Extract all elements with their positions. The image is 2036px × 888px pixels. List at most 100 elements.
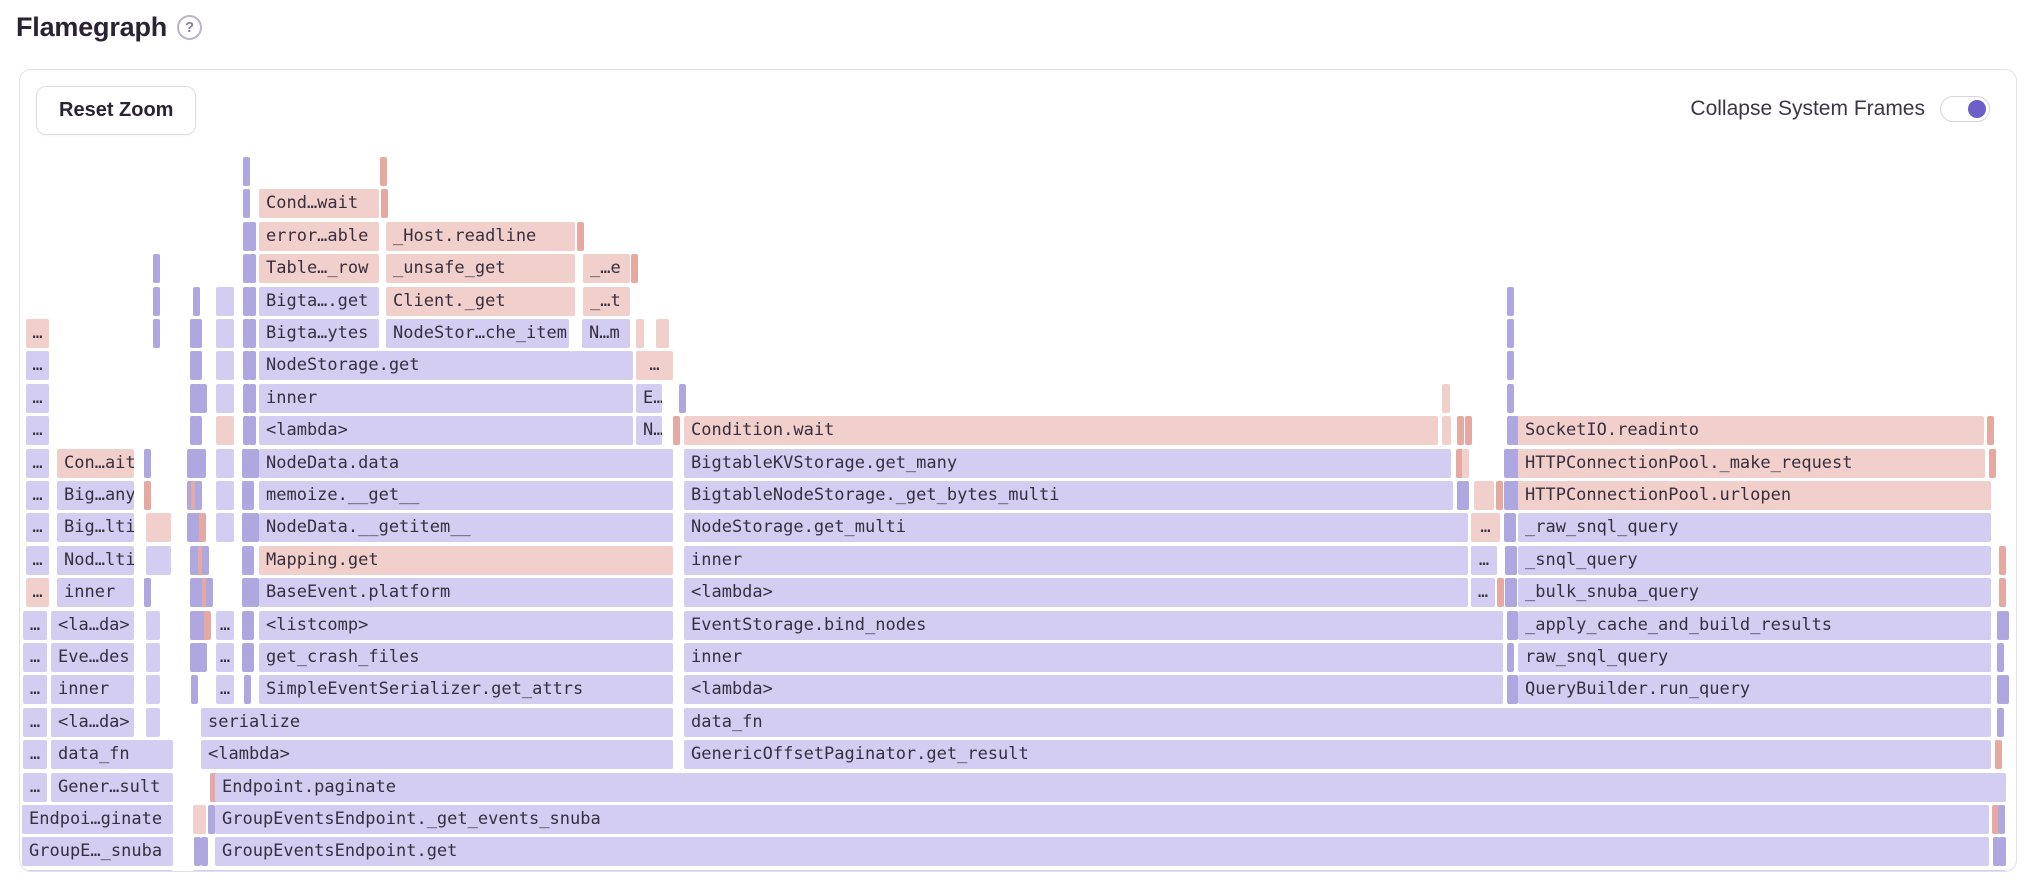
flame-frame[interactable] bbox=[1462, 449, 1469, 478]
flame-frame[interactable] bbox=[153, 319, 160, 348]
flame-frame[interactable]: … bbox=[26, 384, 49, 413]
flame-frame[interactable]: Nod…lti bbox=[57, 546, 134, 575]
flame-frame[interactable]: … bbox=[23, 675, 47, 704]
flame-frame[interactable]: … bbox=[26, 319, 49, 348]
flame-frame[interactable]: memoize.__get__ bbox=[259, 481, 673, 510]
flame-frame[interactable] bbox=[2016, 805, 2017, 834]
flame-frame[interactable]: _unsafe_get bbox=[386, 254, 575, 283]
flame-frame[interactable] bbox=[2016, 643, 2017, 672]
flame-frame[interactable] bbox=[199, 449, 206, 478]
flame-frame[interactable]: NodeStor…che_item bbox=[386, 319, 569, 348]
flame-frame[interactable] bbox=[1997, 643, 2004, 672]
flame-frame[interactable] bbox=[195, 416, 202, 445]
flame-frame[interactable] bbox=[2016, 416, 2017, 445]
flame-frame[interactable] bbox=[2016, 254, 2017, 283]
flame-frame[interactable]: _…e bbox=[583, 254, 630, 283]
flame-frame[interactable] bbox=[191, 675, 198, 704]
flame-frame[interactable] bbox=[1462, 481, 1469, 510]
flame-frame[interactable]: Con…ait bbox=[57, 449, 134, 478]
flame-frame[interactable]: NodeData.data bbox=[259, 449, 673, 478]
flame-frame[interactable] bbox=[679, 384, 686, 413]
flame-frame[interactable] bbox=[249, 384, 256, 413]
flame-frame[interactable]: Table…_row bbox=[259, 254, 379, 283]
flame-frame[interactable]: Bigta….get bbox=[259, 287, 379, 316]
flame-frame[interactable] bbox=[1442, 416, 1451, 445]
flame-frame[interactable]: Mapping.get bbox=[259, 546, 673, 575]
flame-frame[interactable] bbox=[216, 513, 234, 542]
flame-frame[interactable] bbox=[673, 416, 680, 445]
flame-frame[interactable]: … bbox=[26, 546, 49, 575]
flame-frame[interactable]: … bbox=[23, 773, 47, 802]
flame-frame[interactable] bbox=[22, 870, 173, 872]
flame-frame[interactable]: get_crash_files bbox=[259, 643, 673, 672]
flame-frame[interactable] bbox=[200, 643, 207, 672]
flame-frame[interactable] bbox=[146, 708, 160, 737]
flame-frame[interactable] bbox=[2016, 513, 2017, 542]
flame-frame[interactable] bbox=[146, 611, 160, 640]
flame-frame[interactable] bbox=[247, 611, 254, 640]
flame-frame[interactable]: <lambda> bbox=[201, 740, 673, 769]
flame-frame[interactable] bbox=[2016, 773, 2017, 802]
flame-frame[interactable]: Eve…des bbox=[51, 643, 134, 672]
flame-frame[interactable] bbox=[247, 546, 254, 575]
flame-frame[interactable]: … bbox=[23, 643, 47, 672]
flame-frame[interactable]: HTTPConnectionPool.urlopen bbox=[1518, 481, 1991, 510]
flame-frame[interactable] bbox=[146, 675, 160, 704]
flame-frame[interactable] bbox=[1507, 351, 1514, 380]
flame-frame[interactable] bbox=[216, 351, 234, 380]
flame-frame[interactable] bbox=[249, 416, 256, 445]
flame-frame[interactable] bbox=[200, 384, 207, 413]
flame-frame[interactable]: Endpoi…ginate bbox=[22, 805, 173, 834]
flame-frame[interactable] bbox=[1497, 578, 1504, 607]
flame-frame[interactable] bbox=[1507, 384, 1514, 413]
flame-frame[interactable]: _apply_cache_and_build_results bbox=[1518, 611, 1991, 640]
flame-frame[interactable] bbox=[577, 222, 584, 251]
flame-frame[interactable]: EventStorage.bind_nodes bbox=[684, 611, 1503, 640]
flame-frame[interactable]: … bbox=[216, 643, 234, 672]
flame-frame[interactable] bbox=[1999, 578, 2006, 607]
flame-frame[interactable] bbox=[1999, 546, 2006, 575]
flame-frame[interactable] bbox=[2016, 578, 2017, 607]
flame-frame[interactable] bbox=[1474, 481, 1494, 510]
flame-frame[interactable] bbox=[1442, 384, 1450, 413]
flame-frame[interactable]: E… bbox=[636, 384, 662, 413]
flame-frame[interactable]: … bbox=[23, 611, 47, 640]
help-icon[interactable]: ? bbox=[177, 15, 202, 40]
flame-frame[interactable] bbox=[193, 870, 2006, 872]
flame-frame[interactable]: inner bbox=[684, 546, 1468, 575]
flame-frame[interactable]: GenericOffsetPaginator.get_result bbox=[684, 740, 1991, 769]
flame-frame[interactable] bbox=[2002, 675, 2009, 704]
flame-frame[interactable]: BaseEvent.platform bbox=[259, 578, 673, 607]
flame-frame[interactable]: BigtableNodeStorage._get_bytes_multi bbox=[684, 481, 1453, 510]
flame-frame[interactable] bbox=[1995, 740, 2002, 769]
flame-frame[interactable] bbox=[2016, 449, 2017, 478]
flame-frame[interactable] bbox=[216, 319, 234, 348]
flame-frame[interactable] bbox=[247, 481, 254, 510]
flame-frame[interactable]: inner bbox=[57, 578, 134, 607]
flame-frame[interactable]: _raw_snql_query bbox=[1518, 513, 1991, 542]
flame-frame[interactable]: … bbox=[1471, 578, 1495, 607]
flame-frame[interactable] bbox=[195, 319, 202, 348]
flame-frame[interactable] bbox=[252, 449, 259, 478]
flame-frame[interactable] bbox=[243, 157, 250, 186]
flame-frame[interactable] bbox=[193, 805, 206, 834]
flame-frame[interactable]: … bbox=[636, 351, 673, 380]
flame-frame[interactable]: <lambda> bbox=[684, 675, 1503, 704]
flame-frame[interactable]: inner bbox=[684, 643, 1503, 672]
flame-frame[interactable] bbox=[1507, 319, 1514, 348]
flame-frame[interactable] bbox=[216, 481, 234, 510]
flame-frame[interactable] bbox=[249, 319, 256, 348]
flame-frame[interactable] bbox=[216, 287, 234, 316]
flame-frame[interactable]: … bbox=[26, 481, 49, 510]
flame-frame[interactable]: data_fn bbox=[684, 708, 1991, 737]
flame-frame[interactable] bbox=[249, 287, 256, 316]
flame-frame[interactable]: … bbox=[26, 351, 49, 380]
flame-frame[interactable] bbox=[2016, 611, 2017, 640]
flame-frame[interactable]: SocketIO.readinto bbox=[1518, 416, 1984, 445]
flame-frame[interactable] bbox=[252, 513, 259, 542]
flame-frame[interactable] bbox=[208, 805, 215, 834]
flame-frame[interactable]: _snql_query bbox=[1518, 546, 1991, 575]
flame-frame[interactable]: N… bbox=[636, 416, 662, 445]
flame-frame[interactable] bbox=[2016, 708, 2017, 737]
flame-frame[interactable] bbox=[249, 351, 256, 380]
